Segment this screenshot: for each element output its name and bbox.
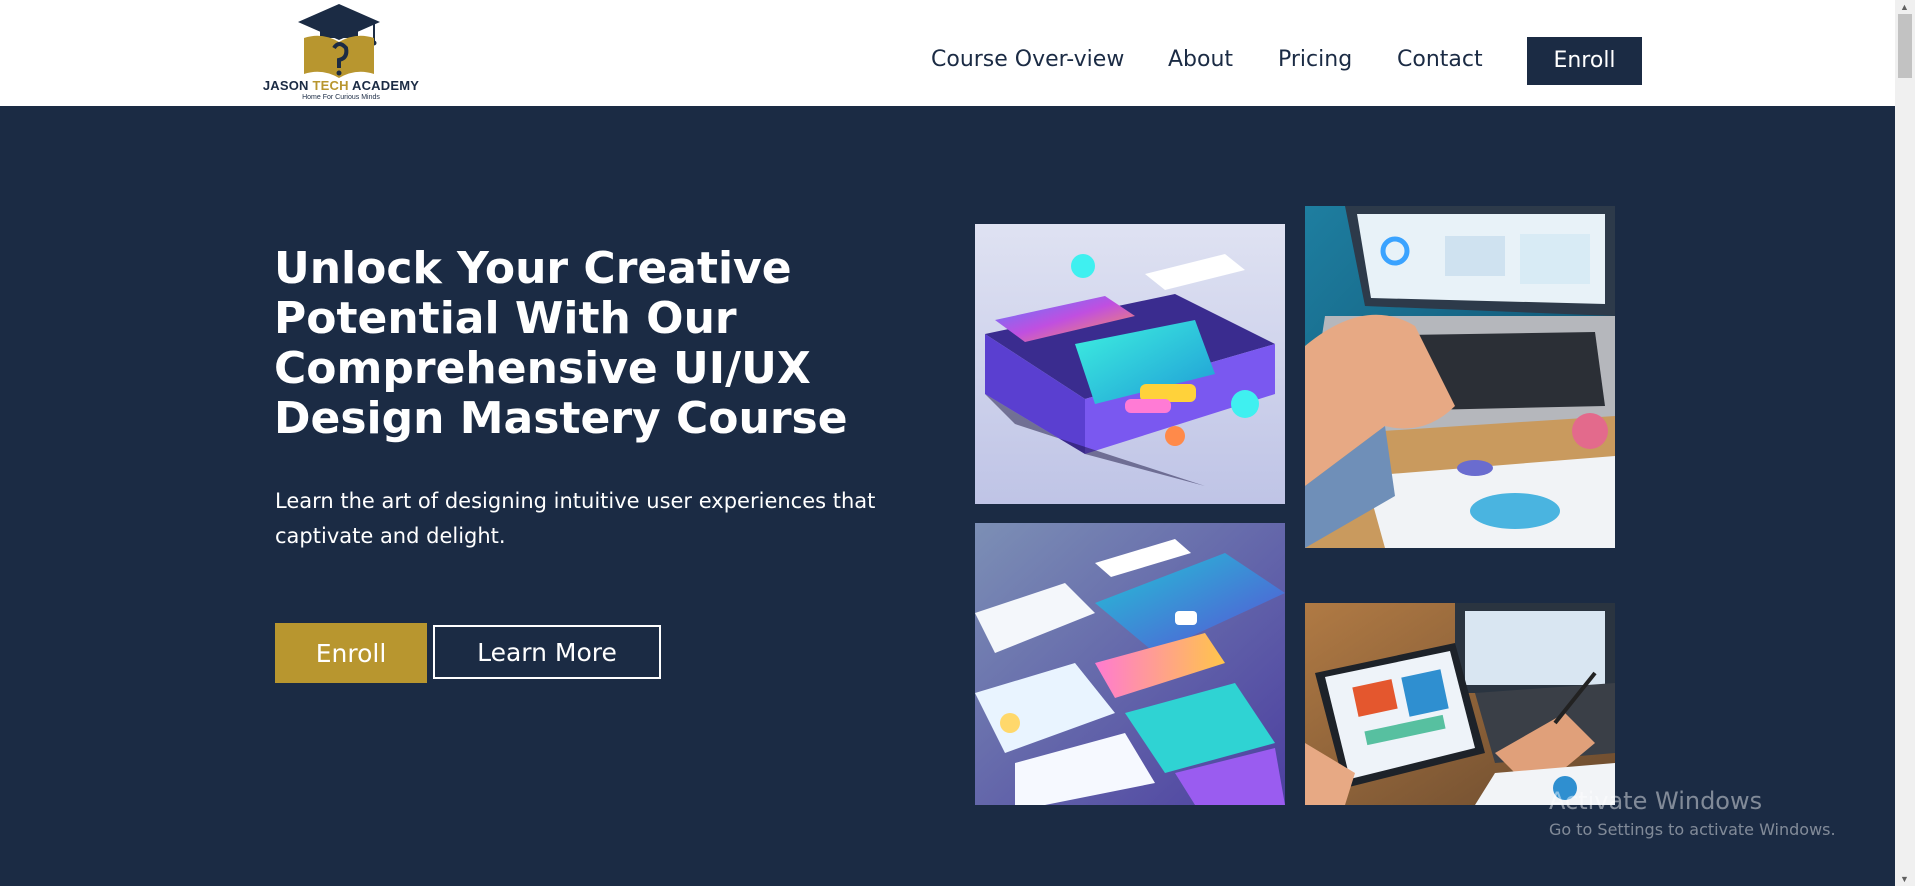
logo-word-jason: JASON bbox=[262, 78, 313, 93]
page-scrollbar[interactable]: ▲ ▼ bbox=[1895, 0, 1915, 886]
nav-course-overview[interactable]: Course Over-view bbox=[931, 36, 1124, 84]
nav-contact[interactable]: Contact bbox=[1397, 36, 1483, 84]
hero-image-ui-cards bbox=[975, 523, 1285, 805]
learn-more-button[interactable]: Learn More bbox=[433, 625, 661, 679]
logo-word-academy: ACADEMY bbox=[352, 78, 420, 93]
logo-wordmark: JASON TECH ACADEMY bbox=[258, 78, 424, 93]
nav-enroll-button[interactable]: Enroll bbox=[1527, 37, 1642, 85]
scroll-up-arrow-icon[interactable]: ▲ bbox=[1900, 2, 1909, 12]
hero-image-laptop-analytics bbox=[1305, 206, 1615, 548]
hero-enroll-button[interactable]: Enroll bbox=[275, 623, 427, 683]
site-header: JASON TECH ACADEMY Home For Curious Mind… bbox=[0, 0, 1895, 106]
nav-about[interactable]: About bbox=[1168, 36, 1233, 84]
activate-windows-watermark-subtitle: Go to Settings to activate Windows. bbox=[1549, 820, 1836, 839]
hero-image-tablet-dashboard bbox=[1305, 603, 1615, 805]
hero-subtitle: Learn the art of designing intuitive use… bbox=[275, 489, 876, 548]
scroll-down-arrow-icon[interactable]: ▼ bbox=[1900, 874, 1909, 884]
hero-section: Unlock Your Creative Potential With Our … bbox=[0, 106, 1895, 886]
logo-tagline: Home For Curious Minds bbox=[302, 94, 380, 101]
hero-title: Unlock Your Creative Potential With Our … bbox=[274, 243, 848, 444]
nav-pricing[interactable]: Pricing bbox=[1278, 36, 1352, 84]
academy-logo[interactable]: JASON TECH ACADEMY Home For Curious Mind… bbox=[258, 2, 424, 102]
graduation-cap-book-icon bbox=[298, 4, 380, 78]
scrollbar-thumb[interactable] bbox=[1898, 14, 1912, 78]
hero-image-isometric-device bbox=[975, 224, 1285, 504]
logo-word-tech: TECH bbox=[312, 78, 352, 93]
activate-windows-watermark-title: Activate Windows bbox=[1549, 787, 1763, 815]
